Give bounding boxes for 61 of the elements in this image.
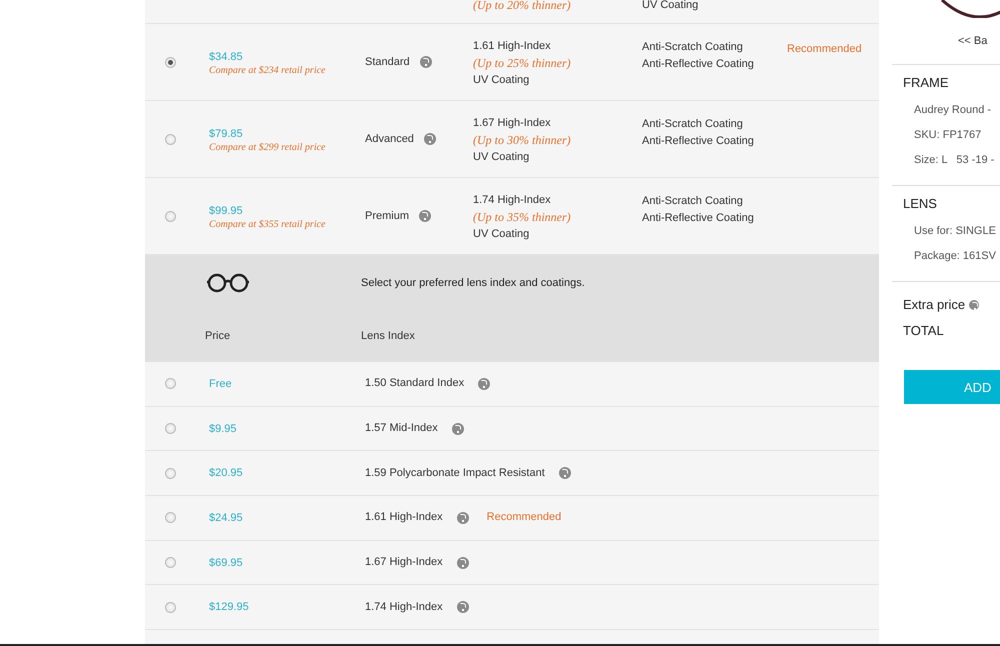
- price: $24.95: [209, 510, 243, 526]
- package-row[interactable]: $79.85 Compare at $299 retail price Advanced 1.67 High-Index (Up to 30% thinner) UV Coating Anti-Scratch Coating Anti-Reflective Coating: [145, 101, 879, 178]
- lens-index: 1.61 High-Index: [473, 39, 552, 54]
- lens-index-row[interactable]: $20.95 1.59 Polycarbonate Impact Resistant: [145, 451, 879, 496]
- coating-text: UV Coating: [473, 227, 530, 242]
- price: $79.85: [209, 126, 244, 142]
- section-title: LENS: [903, 196, 938, 212]
- compare-price: Compare at $234 retail price: [209, 64, 326, 76]
- price: $9.95: [209, 422, 237, 437]
- total-label: TOTAL: [903, 322, 945, 340]
- section-prompt: Select your preferred lens index and coatings.: [361, 276, 585, 288]
- summary-line: Audrey Round -: [913, 103, 992, 118]
- lens-index-row[interactable]: $129.95 1.74 High-Index: [145, 585, 879, 630]
- lens-index-row[interactable]: $24.95 1.61 High-Index Recommended: [145, 496, 879, 541]
- coating-text: UV Coating: [473, 73, 530, 88]
- price: $99.95: [209, 204, 244, 218]
- lens-index: 1.74 High-Index: [365, 600, 443, 615]
- coating-text: Anti-Scratch Coating: [642, 194, 744, 209]
- thinner-note: (Up to 35% thinner): [473, 209, 572, 226]
- summary-line: Size: L 53 -19 -: [913, 153, 996, 168]
- price: Free: [209, 376, 232, 392]
- coating-text: Anti-Scratch Coating: [642, 117, 744, 132]
- lens-index-row[interactable]: Free 1.50 Standard Index: [145, 362, 879, 407]
- tier-label: Premium: [365, 208, 410, 224]
- lens-index: 1.67 High-Index: [473, 116, 552, 131]
- column-header: Price: [205, 330, 232, 342]
- lens-index-row[interactable]: $69.95 1.67 High-Index: [145, 540, 879, 586]
- tier-label: Advanced: [365, 132, 414, 146]
- tier-label: Standard: [365, 54, 410, 70]
- lens-index: 1.50 Standard Index: [365, 376, 464, 392]
- compare-price: Compare at $299 retail price: [209, 142, 326, 152]
- summary-line: Package: 161SV: [913, 249, 997, 264]
- thinner-note: (Up to 30% thinner): [473, 132, 572, 149]
- summary-line: Use for: SINGLE: [913, 224, 997, 239]
- thinner-note: (Up to 20% thinner): [473, 0, 572, 11]
- lens-index: 1.67 High-Index: [365, 555, 443, 570]
- section-title: FRAME: [903, 75, 950, 91]
- coating-text: Anti-Reflective Coating: [642, 211, 755, 226]
- coating-text: Anti-Reflective Coating: [642, 134, 755, 149]
- lens-index: 1.61 High-Index: [365, 510, 443, 526]
- lens-index: 1.57 Mid-Index: [365, 421, 438, 436]
- coating-text: Anti-Scratch Coating: [642, 40, 744, 55]
- price: $129.95: [209, 600, 249, 616]
- price: $69.95: [209, 556, 243, 571]
- extra-price-label: Extra price: [903, 296, 966, 314]
- recommended-label: Recommended: [787, 43, 862, 55]
- back-link[interactable]: << Ba: [958, 35, 988, 47]
- lens-index: 1.74 High-Index: [473, 193, 552, 208]
- column-header: Lens Index: [361, 330, 415, 342]
- coating-text: UV Coating: [642, 0, 700, 11]
- recommended-label: Recommended: [486, 510, 562, 526]
- coating-text: Anti-Reflective Coating: [642, 57, 755, 72]
- compare-price: Compare at $355 retail price: [209, 218, 326, 230]
- summary-line: SKU: FP1767: [913, 128, 982, 143]
- price: $34.85: [209, 50, 244, 64]
- coating-text: UV Coating: [473, 150, 530, 165]
- package-row[interactable]: $34.85 Compare at $234 retail price Standard 1.61 High-Index (Up to 25% thinner) UV Coating Anti-Scratch Coating Anti-Reflective Coating Recommended: [145, 24, 879, 101]
- lens-index: 1.59 Polycarbonate Impact Resistant: [365, 466, 545, 481]
- lens-index-row[interactable]: $9.95 1.57 Mid-Index: [145, 406, 879, 452]
- thinner-note: (Up to 25% thinner): [473, 55, 572, 72]
- price: $20.95: [209, 466, 243, 482]
